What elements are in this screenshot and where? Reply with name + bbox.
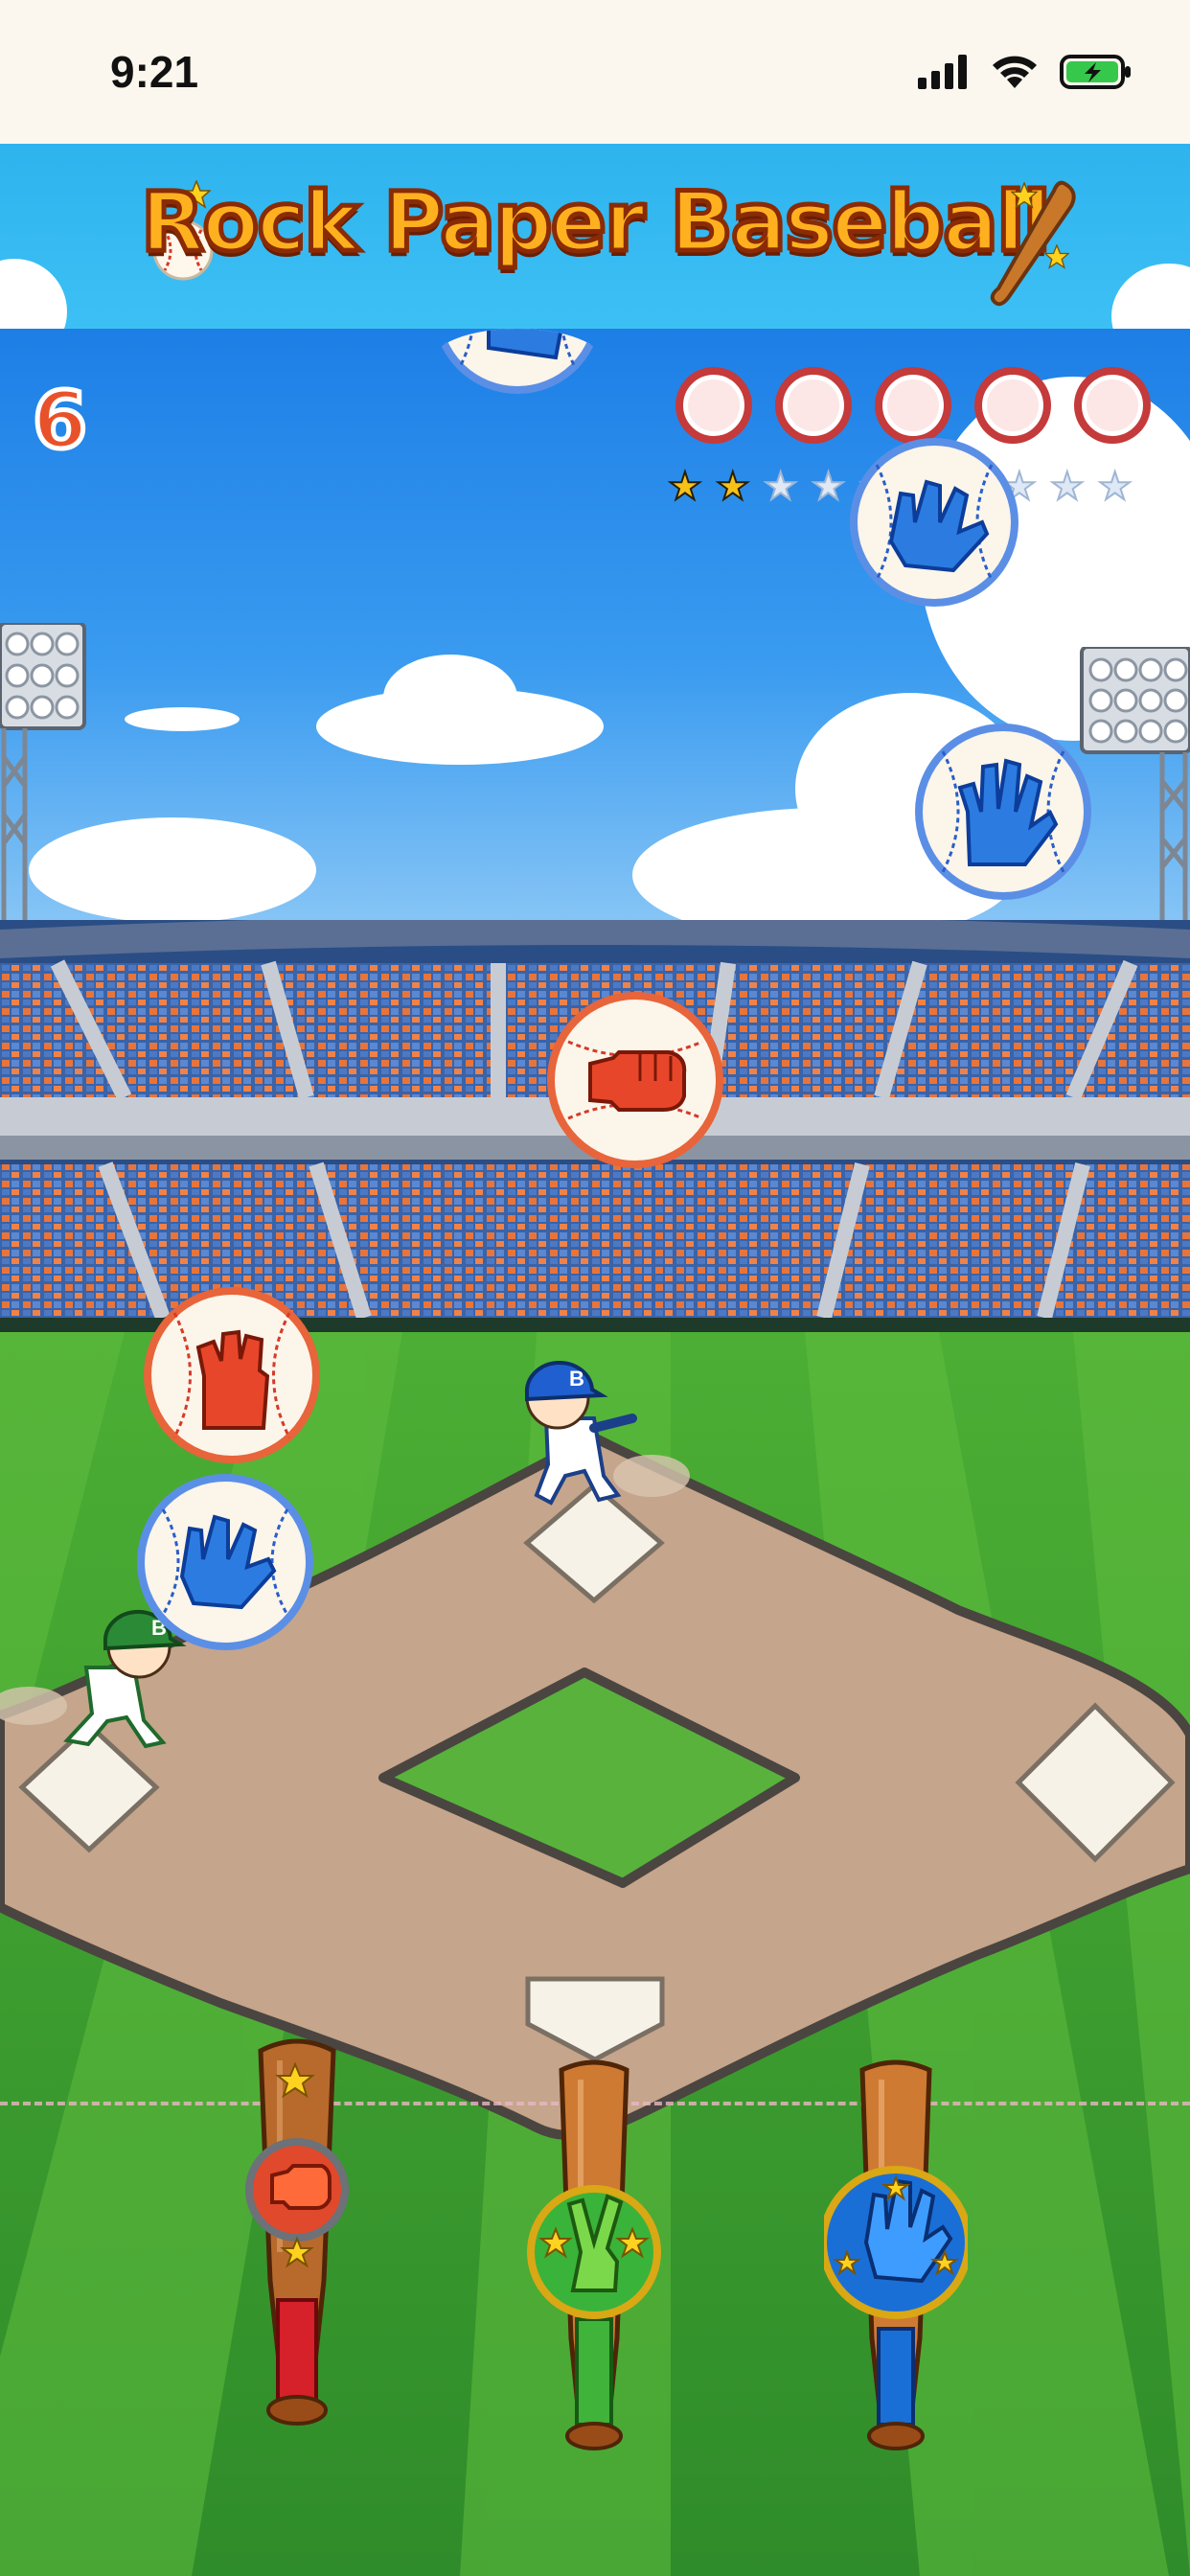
- falling-ball-paper[interactable]: [134, 1471, 316, 1653]
- cloud: [125, 707, 240, 731]
- paper-bat-button[interactable]: [819, 2051, 973, 2453]
- life-slot: [675, 367, 752, 444]
- scissors-bat-button[interactable]: [527, 2051, 661, 2453]
- cellular-signal-icon: [918, 55, 967, 89]
- star-icon-earned: ★: [715, 466, 751, 508]
- status-time: 9:21: [110, 47, 199, 97]
- life-slot: [1074, 367, 1151, 444]
- life-slot: [875, 367, 951, 444]
- star-icon-earned: ★: [667, 466, 703, 508]
- score-counter: 6: [30, 374, 89, 470]
- runner-cap-letter: B: [569, 1367, 584, 1391]
- status-bar: 9:21: [0, 0, 1190, 144]
- star-icon: [1011, 182, 1038, 209]
- star-icon: [1044, 244, 1069, 269]
- falling-ball-rock[interactable]: [544, 989, 726, 1171]
- falling-ball-paper[interactable]: [848, 436, 1020, 609]
- banner-cloud: [1111, 264, 1190, 329]
- lives-indicator: [675, 367, 1151, 444]
- falling-ball-paper[interactable]: [431, 329, 604, 396]
- falling-ball-paper[interactable]: [912, 721, 1094, 903]
- life-slot: [974, 367, 1051, 444]
- light-tower-right: [1080, 647, 1190, 944]
- star-icon-empty: ★: [1097, 466, 1133, 508]
- star-icon-empty: ★: [1049, 466, 1086, 508]
- light-tower-left: [0, 623, 86, 939]
- title-banner: Rock Paper Baseball: [0, 144, 1190, 329]
- battery-charging-icon: [1060, 55, 1131, 89]
- life-slot: [775, 367, 852, 444]
- falling-ball-rock[interactable]: [141, 1284, 323, 1466]
- star-icon-empty: ★: [811, 466, 847, 508]
- first-base: [1015, 1702, 1176, 1863]
- cloud: [383, 655, 517, 741]
- star-icon-empty: ★: [763, 466, 799, 508]
- home-plate: [525, 1976, 665, 2062]
- rock-bat-button[interactable]: [230, 2032, 364, 2434]
- runner-blue: B: [524, 1360, 690, 1506]
- status-icons: [918, 54, 1133, 90]
- wifi-icon: [993, 56, 1037, 88]
